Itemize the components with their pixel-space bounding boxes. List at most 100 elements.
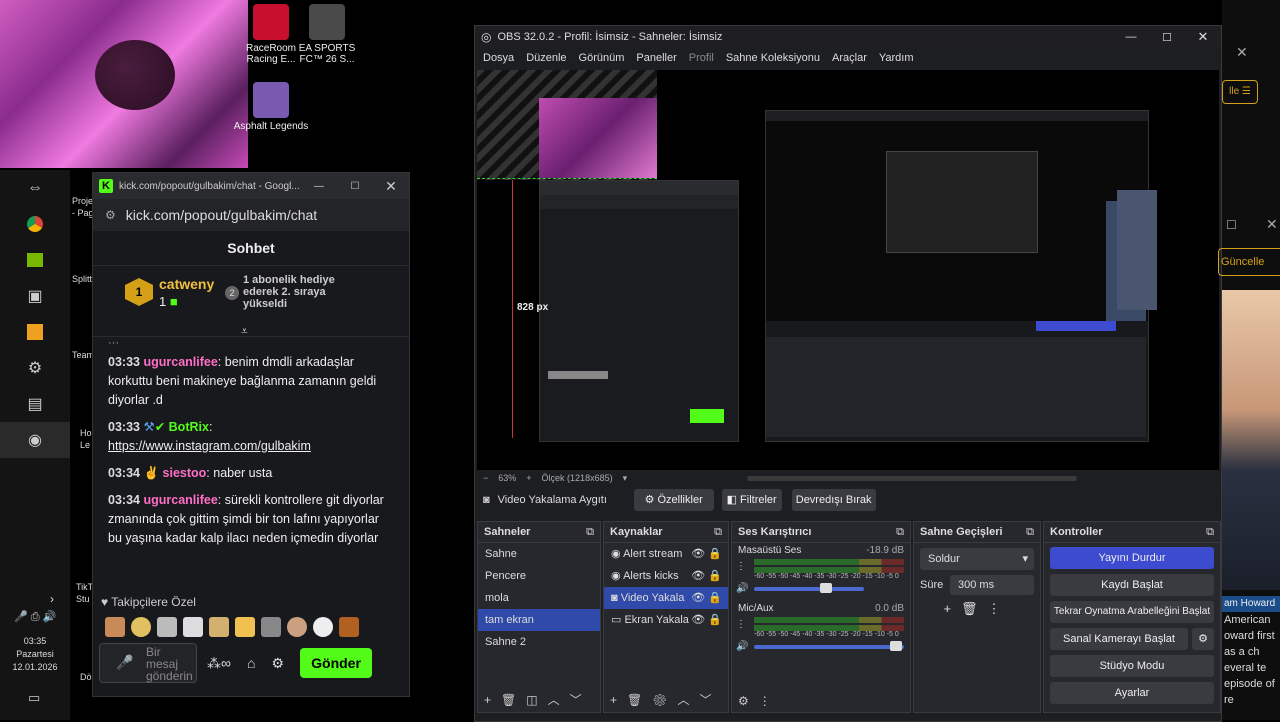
visibility-lock-icons[interactable]: 👁 🔒	[691, 609, 722, 631]
emote-icon[interactable]	[183, 617, 203, 637]
visibility-lock-icons[interactable]: 👁 🔒	[691, 543, 722, 565]
menu-view[interactable]: Görünüm	[579, 52, 625, 64]
scene-actions[interactable]: +🗑◫︿﹀	[484, 691, 592, 708]
transition-actions[interactable]: +🗑⋮	[914, 601, 1040, 617]
menu-help[interactable]: Yardım	[879, 52, 914, 64]
dock-icon[interactable]: ⧉	[896, 522, 904, 542]
maximize-icon[interactable]: ☐	[1149, 31, 1185, 44]
dock-icon[interactable]: ⧉	[1206, 522, 1214, 542]
dock-icon[interactable]: ⧉	[586, 522, 594, 542]
source-item[interactable]: ◉ Alerts kicks 👁 🔒	[604, 565, 728, 587]
settings-button[interactable]: Ayarlar	[1050, 682, 1214, 704]
menu-scene-collection[interactable]: Sahne Koleksiyonu	[726, 52, 820, 64]
scene-item[interactable]: tam ekran	[478, 609, 600, 631]
stop-streaming-button[interactable]: Yayını Durdur	[1050, 547, 1214, 569]
minimize-icon[interactable]: —	[301, 181, 337, 192]
studio-mode-button[interactable]: Stüdyo Modu	[1050, 655, 1214, 677]
emote-icon[interactable]	[209, 617, 229, 637]
emote-icon[interactable]	[157, 617, 177, 637]
chat-input[interactable]: 🎤 Bir mesaj gönderin	[99, 643, 197, 683]
scene-item[interactable]: mola	[478, 587, 600, 609]
maximize-icon[interactable]: ☐	[1226, 218, 1237, 232]
monitor-icon[interactable]: ▣	[0, 278, 70, 314]
mixer-actions[interactable]: ⚙⋮	[738, 694, 781, 708]
emote-icon[interactable]	[235, 617, 255, 637]
chat-settings-icon[interactable]: ⚙	[271, 655, 284, 672]
speaker-icon[interactable]: 🔊	[736, 641, 748, 652]
settings-icon[interactable]: ⚙	[0, 350, 70, 386]
start-recording-button[interactable]: Kaydı Başlat	[1050, 574, 1214, 596]
desktop-icon-easports[interactable]: EA SPORTS FC™ 26 S...	[288, 4, 366, 65]
start-virtual-camera-button[interactable]: Sanal Kamerayı Başlat	[1050, 628, 1188, 650]
obs-preview[interactable]: 828 px	[477, 70, 1219, 470]
transition-select[interactable]: Soldur ▾	[920, 548, 1034, 570]
notification-icon[interactable]: ▭	[28, 690, 40, 706]
zoom-in-icon[interactable]: +	[526, 473, 531, 483]
start-replay-buffer-button[interactable]: Tekrar Oynatma Arabelleğini Başlat	[1050, 601, 1214, 623]
speaker-icon[interactable]: 🔊	[736, 583, 748, 594]
source-actions[interactable]: +🗑⚙︿﹀	[610, 691, 721, 708]
volume-handle[interactable]	[820, 583, 832, 593]
source-item[interactable]: ▭ Ekran Yakala 👁 🔒	[604, 609, 728, 631]
close-icon[interactable]: ✕	[373, 178, 409, 195]
source-item[interactable]: ◉ Alert stream 👁 🔒	[604, 543, 728, 565]
virtual-camera-settings-icon[interactable]: ⚙	[1192, 628, 1214, 650]
filters-button[interactable]: ◧ Filtreler	[721, 489, 782, 511]
update-button[interactable]: lle ☰	[1222, 80, 1258, 104]
chrome-icon[interactable]	[0, 206, 70, 242]
menu-docks[interactable]: Paneller	[636, 52, 676, 64]
close-icon[interactable]: ✕	[1236, 44, 1248, 61]
zoom-out-icon[interactable]: −	[483, 473, 488, 483]
menu-profile[interactable]: Profil	[689, 52, 714, 64]
emote-icon[interactable]	[313, 617, 333, 637]
scene-item[interactable]: Sahne	[478, 543, 600, 565]
site-info-icon[interactable]: ⚙	[105, 208, 116, 222]
source-item[interactable]: ◙ Video Yakala 👁 🔒	[604, 587, 728, 609]
nvidia-icon[interactable]	[0, 242, 70, 278]
message-link[interactable]: https://www.instagram.com/gulbakim	[108, 439, 311, 453]
taskbar-clock[interactable]: 03:35 Pazartesi 12.01.2026	[0, 635, 70, 674]
rewards-icon[interactable]: ⁂∞	[207, 655, 231, 672]
message-username[interactable]: ugurcanlifee	[143, 355, 217, 369]
mic-icon[interactable]: 🎤	[116, 654, 133, 671]
visibility-lock-icons[interactable]: 👁 🔒	[691, 565, 722, 587]
menu-edit[interactable]: Düzenle	[526, 52, 566, 64]
emote-icon[interactable]	[339, 617, 359, 637]
volume-slider[interactable]	[754, 587, 864, 591]
store-icon[interactable]: ⌂	[247, 655, 255, 671]
collapse-chevron-icon[interactable]: ⩡	[241, 324, 248, 339]
emote-icon[interactable]	[261, 617, 281, 637]
message-username[interactable]: BotRix	[169, 420, 209, 434]
volume-handle[interactable]	[890, 641, 902, 651]
drive-icon[interactable]: ▤	[0, 386, 70, 422]
close-icon[interactable]: ✕	[1185, 29, 1221, 45]
scale-label[interactable]: Ölçek (1218x685)	[542, 473, 613, 483]
dock-icon[interactable]: ⧉	[1026, 522, 1034, 542]
message-username[interactable]: ugurcanlifee	[143, 493, 217, 507]
volume-slider[interactable]	[754, 645, 904, 649]
emote-icon[interactable]	[287, 617, 307, 637]
menu-tools[interactable]: Araçlar	[832, 52, 867, 64]
deactivate-button[interactable]: Devredışı Bırak	[791, 489, 876, 511]
maximize-icon[interactable]: ☐	[337, 181, 373, 192]
app-icon[interactable]	[0, 314, 70, 350]
tray-icons[interactable]: 🎤 ⎙ 🔊	[14, 610, 56, 624]
scene-item[interactable]: Sahne 2	[478, 631, 600, 653]
desktop-icon-asphalt[interactable]: Asphalt Legends	[232, 82, 310, 132]
menu-file[interactable]: Dosya	[483, 52, 514, 64]
message-username[interactable]: siestoo	[163, 466, 207, 480]
scene-item[interactable]: Pencere	[478, 565, 600, 587]
minimize-icon[interactable]: —	[1113, 31, 1149, 43]
properties-button[interactable]: ⚙ Özellikler	[633, 489, 714, 511]
send-button[interactable]: Gönder	[300, 648, 373, 678]
emote-icon[interactable]	[105, 617, 125, 637]
teamviewer-icon[interactable]: ⇔	[0, 170, 70, 206]
channel-menu-icon[interactable]: ⋮	[736, 561, 746, 572]
duration-input[interactable]: 300 ms	[950, 575, 1034, 595]
address-bar[interactable]: ⚙ kick.com/popout/gulbakim/chat	[93, 199, 409, 231]
obs-taskbar-icon[interactable]: ◉	[0, 422, 70, 458]
scale-dropdown-icon[interactable]: ▾	[623, 473, 628, 484]
chevron-up-icon[interactable]: ›	[50, 592, 54, 606]
visibility-lock-icons[interactable]: 👁 🔒	[691, 587, 722, 609]
emote-icon[interactable]	[131, 617, 151, 637]
